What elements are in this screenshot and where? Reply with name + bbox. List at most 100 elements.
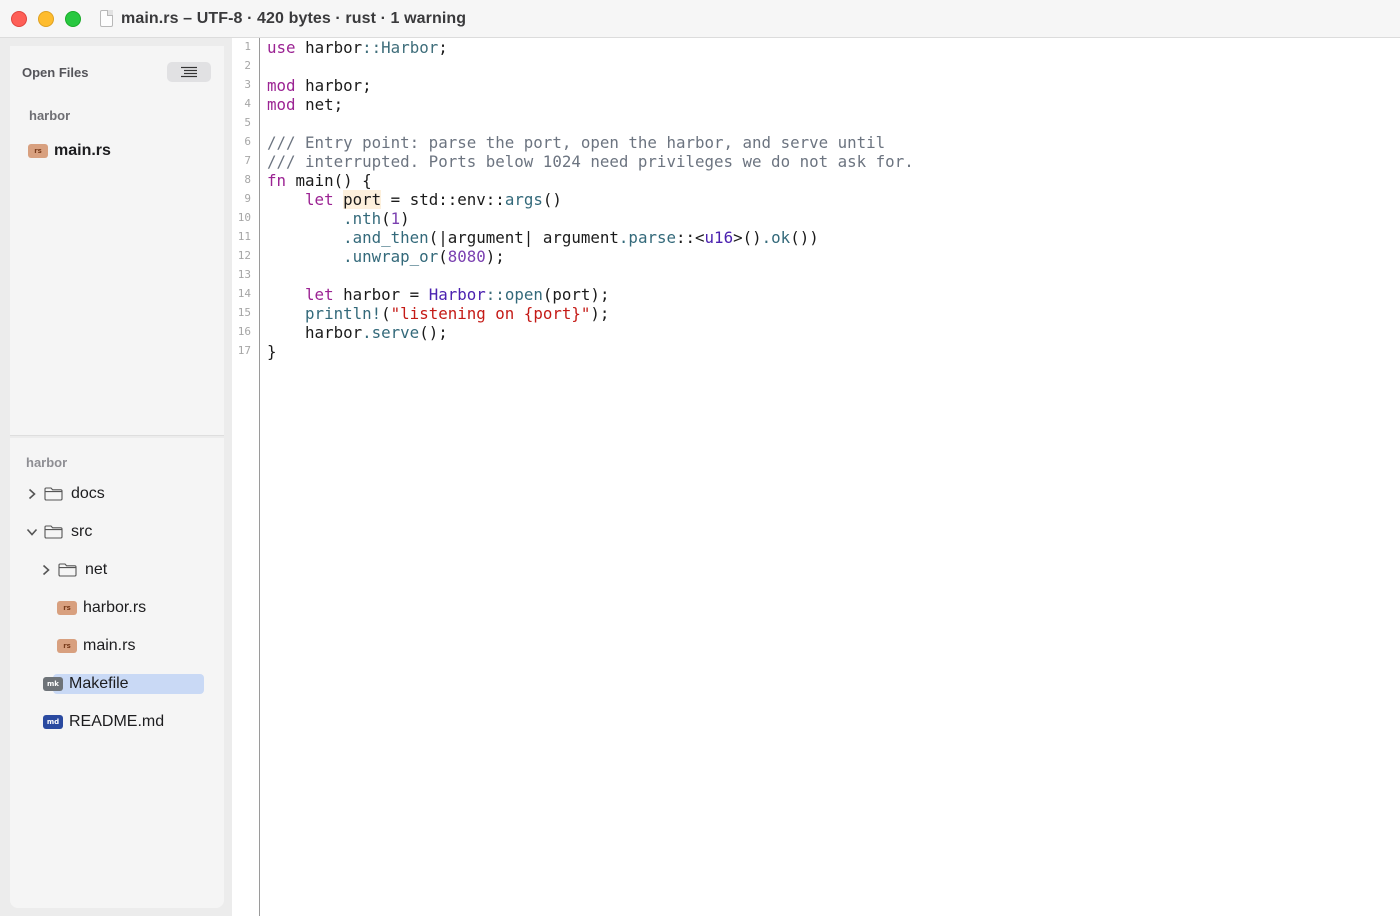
line-number: 14	[237, 287, 251, 300]
punctuation: );	[590, 304, 610, 323]
identifier: net	[305, 95, 334, 114]
line-number: 5	[244, 116, 251, 129]
tree-item-main-rs[interactable]: rs main.rs	[57, 636, 135, 656]
document-icon[interactable]	[100, 10, 113, 27]
code-line-3: mod harbor;	[267, 76, 372, 95]
keyword: fn	[267, 171, 287, 190]
keyword: let	[305, 285, 334, 304]
line-number: 15	[237, 306, 251, 319]
identifier: harbor	[305, 76, 363, 95]
identifier: harbor	[305, 323, 363, 342]
punctuation: ()	[542, 190, 562, 209]
line-number: 13	[237, 268, 251, 281]
line-number: 11	[237, 230, 251, 243]
line-number: 1	[244, 40, 251, 53]
code-line-15: println!("listening on {port}");	[305, 304, 610, 323]
markdown-file-icon: md	[43, 715, 63, 729]
line-number: 7	[244, 154, 251, 167]
line-number: 3	[244, 78, 251, 91]
tree-item-label: main.rs	[83, 637, 136, 654]
path-separator: ::	[362, 38, 382, 57]
line-number: 12	[237, 249, 251, 262]
turbofish-open: ::<	[676, 228, 705, 247]
string-literal: "listening on {port}"	[390, 304, 591, 323]
open-files-group-label: harbor	[29, 108, 71, 123]
method: .ok	[761, 228, 791, 247]
folder-icon	[44, 525, 63, 539]
tree-item-label: Makefile	[69, 675, 129, 692]
code-line-9: let port = std::env::args()	[267, 190, 562, 209]
open-files-panel: Open Files harbor rs main.rs	[10, 46, 224, 436]
rust-file-icon: rs	[28, 144, 48, 158]
punctuation: ())	[790, 228, 819, 247]
open-file-label: main.rs	[54, 142, 111, 159]
project-tree-panel: harbor docs src net rs harbor.rs rs main…	[10, 438, 224, 908]
tree-item-label: src	[71, 523, 93, 540]
zoom-window-button[interactable]	[65, 11, 81, 27]
punctuation: ();	[419, 323, 448, 342]
method: open	[504, 285, 543, 304]
line-number: 17	[237, 344, 251, 357]
close-window-button[interactable]	[11, 11, 27, 27]
method: .and_then	[343, 228, 429, 247]
window-title: main.rs – UTF-8 · 420 bytes · rust · 1 w…	[121, 10, 467, 27]
chevron-down-icon[interactable]	[26, 526, 38, 538]
line-number: 2	[244, 59, 251, 72]
tree-item-harbor-rs[interactable]: rs harbor.rs	[57, 598, 146, 618]
tree-item-readme[interactable]: md README.md	[43, 712, 164, 732]
method: args	[504, 190, 543, 209]
project-label: harbor	[26, 455, 68, 470]
line-number: 9	[244, 192, 251, 205]
code-line-14: let harbor = Harbor::open(port);	[267, 285, 609, 304]
code-line-4: mod net;	[267, 95, 343, 114]
line-number: 4	[244, 97, 251, 110]
rust-file-icon: rs	[57, 639, 77, 653]
code-line-16: harbor.serve();	[267, 323, 448, 342]
code-line-7: /// interrupted. Ports below 1024 need p…	[267, 152, 914, 171]
code-editor[interactable]: 1 2 3 4 5 6 7 8 9 10 11 12 13 14 15 16 1…	[232, 38, 1400, 916]
type-name: u16	[704, 228, 734, 247]
function-signature: main() {	[295, 171, 372, 190]
keyword: use	[267, 38, 296, 57]
tree-item-docs[interactable]: docs	[26, 484, 105, 504]
arguments: (port);	[542, 285, 610, 304]
line-number: 8	[244, 173, 251, 186]
closure: (|argument| argument	[428, 228, 619, 247]
list-options-button[interactable]	[167, 62, 211, 82]
punctuation: );	[485, 247, 505, 266]
tree-item-src[interactable]: src	[26, 522, 92, 542]
method: .nth	[343, 209, 382, 228]
makefile-icon: mk	[43, 677, 63, 691]
tree-item-label: docs	[71, 485, 105, 502]
minimize-window-button[interactable]	[38, 11, 54, 27]
tree-item-label: net	[85, 561, 108, 578]
number-literal: 1	[390, 209, 401, 228]
keyword: mod	[267, 95, 296, 114]
code-line-11: .and_then(|argument| argument.parse::<u1…	[267, 228, 819, 247]
folder-icon	[44, 487, 63, 501]
code-line-6: /// Entry point: parse the port, open th…	[267, 133, 886, 152]
type-name: Harbor	[428, 285, 486, 304]
keyword: let	[305, 190, 334, 209]
line-number-gutter: 1 2 3 4 5 6 7 8 9 10 11 12 13 14 15 16 1…	[232, 38, 260, 916]
open-file-item-main-rs[interactable]: rs main.rs	[28, 141, 111, 161]
title-bar: main.rs – UTF-8 · 420 bytes · rust · 1 w…	[0, 0, 1400, 38]
chevron-right-icon[interactable]	[26, 488, 38, 500]
punctuation: ;	[438, 38, 448, 57]
turbofish-close: >()	[733, 228, 762, 247]
tree-item-makefile[interactable]: mk Makefile	[43, 674, 129, 694]
path-separator: ::	[485, 285, 505, 304]
type-name: Harbor	[381, 38, 439, 57]
keyword: mod	[267, 76, 296, 95]
sidebar: Open Files harbor rs main.rs harbor docs	[0, 38, 232, 916]
macro: println!	[305, 304, 382, 323]
list-icon	[181, 66, 197, 78]
code-line-17: }	[267, 342, 277, 361]
open-files-heading: Open Files	[22, 65, 89, 80]
tree-item-net[interactable]: net	[40, 560, 107, 580]
chevron-right-icon[interactable]	[40, 564, 52, 576]
tree-item-label: README.md	[69, 713, 165, 730]
number-literal: 8080	[447, 247, 486, 266]
highlighted-identifier: port	[343, 190, 382, 209]
code-line-8: fn main() {	[267, 171, 372, 190]
